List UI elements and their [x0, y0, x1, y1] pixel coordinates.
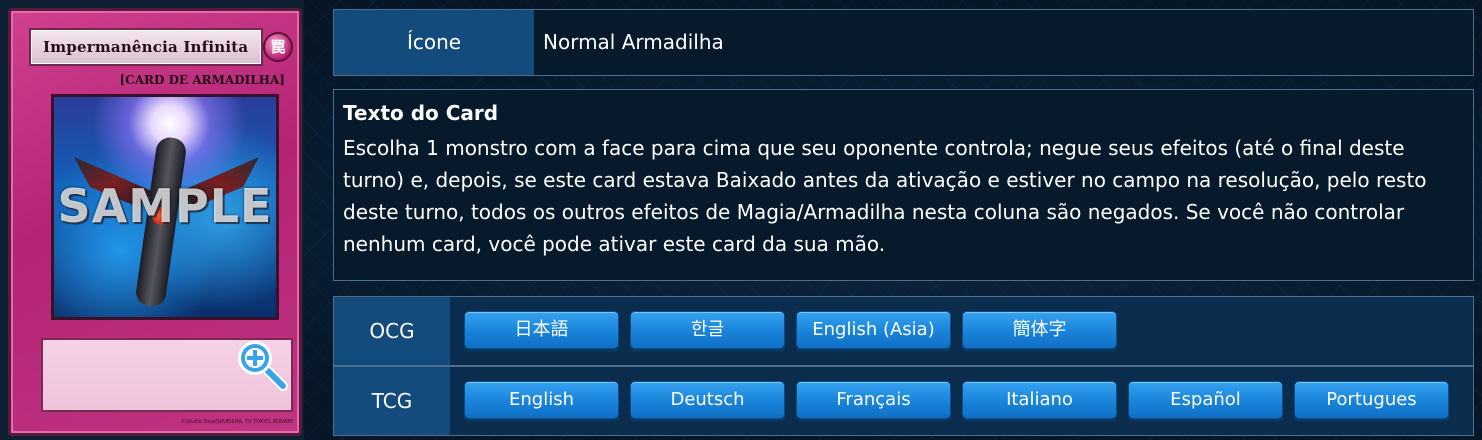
icon-value: Normal Armadilha — [543, 30, 724, 54]
card-text-body: Escolha 1 monstro com a face para cima q… — [343, 136, 1427, 256]
tcg-lang-button-spanish[interactable]: Español — [1128, 381, 1283, 419]
card-copyright: ©Studio Dice/SHUEISHA, TV TOKYO, KONAMI — [181, 419, 293, 425]
tcg-lang-button-german[interactable]: Deutsch — [630, 381, 785, 419]
tcg-lang-button-french[interactable]: Français — [796, 381, 951, 419]
zoom-in-icon[interactable] — [233, 336, 291, 394]
tcg-language-row: TCG English Deutsch Français Italiano Es… — [333, 366, 1474, 436]
ocg-label: OCG — [334, 297, 450, 365]
card-type-line: [CARD DE ARMADILHA] — [119, 73, 286, 87]
ocg-language-row: OCG 日本語 한글 English (Asia) 簡体字 — [333, 296, 1474, 366]
tcg-label: TCG — [334, 367, 450, 435]
ocg-lang-button-english-asia[interactable]: English (Asia) — [796, 311, 951, 349]
card-image: Impermanência Infinita 罠 [CARD DE ARMADI… — [8, 8, 302, 436]
ocg-language-buttons: 日本語 한글 English (Asia) 簡体字 — [464, 311, 1117, 349]
ocg-lang-button-korean[interactable]: 한글 — [630, 311, 785, 349]
ocg-lang-button-simplified-chinese[interactable]: 簡体字 — [962, 311, 1117, 349]
ocg-lang-button-japanese[interactable]: 日本語 — [464, 311, 619, 349]
tcg-lang-button-portuguese[interactable]: Portugues — [1294, 381, 1449, 419]
trap-attribute-icon: 罠 — [263, 32, 293, 62]
card-text-title: Texto do Card — [343, 101, 499, 125]
card-name: Impermanência Infinita — [29, 28, 263, 66]
tcg-language-buttons: English Deutsch Français Italiano Españo… — [464, 381, 1449, 419]
card-text-panel: Texto do Card Escolha 1 monstro com a fa… — [333, 89, 1474, 281]
zoom-in-icon-svg — [238, 341, 288, 391]
sample-watermark: SAMPLE — [57, 179, 273, 233]
icon-label: Ícone — [334, 10, 534, 75]
tcg-lang-button-english[interactable]: English — [464, 381, 619, 419]
card-image-panel: Impermanência Infinita 罠 [CARD DE ARMADI… — [0, 0, 304, 440]
tcg-lang-button-italian[interactable]: Italiano — [962, 381, 1117, 419]
icon-row: Ícone Normal Armadilha — [333, 9, 1474, 76]
